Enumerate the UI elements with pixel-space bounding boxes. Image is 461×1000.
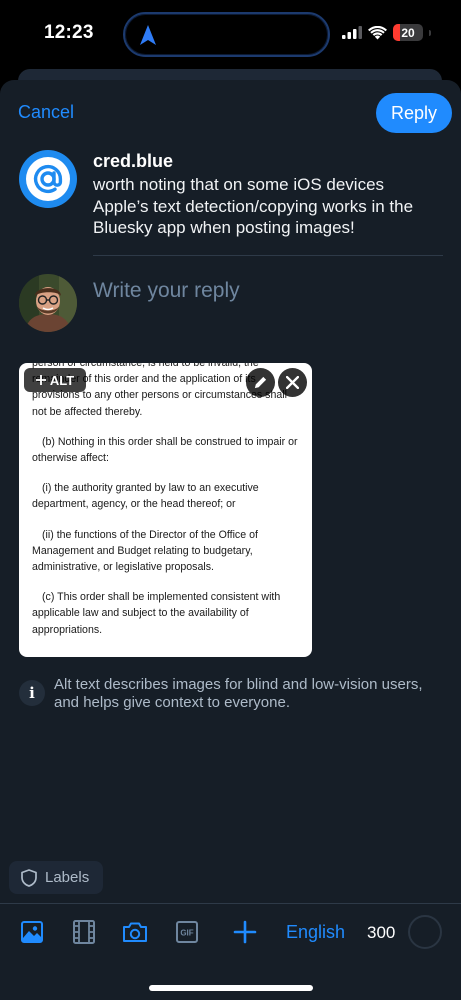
alt-label: ALT xyxy=(49,372,75,388)
wifi-icon xyxy=(368,25,387,39)
post-text: worth noting that on some iOS devices Ap… xyxy=(93,175,414,237)
battery-indicator: 20 xyxy=(393,24,423,41)
reply-button[interactable]: Reply xyxy=(376,93,452,133)
remove-image-button[interactable] xyxy=(278,368,307,397)
add-alt-text-button[interactable]: ALT xyxy=(24,368,86,392)
character-count: 300 xyxy=(367,923,396,942)
info-icon: i xyxy=(19,680,45,706)
status-icons: 20 xyxy=(342,24,431,41)
cancel-button[interactable]: Cancel xyxy=(18,102,74,123)
video-icon[interactable] xyxy=(71,919,97,945)
camera-icon[interactable] xyxy=(122,919,148,945)
gif-icon[interactable]: GIF xyxy=(174,919,200,945)
plus-icon[interactable] xyxy=(232,919,258,945)
at-sign-icon xyxy=(33,164,63,194)
labels-label: Labels xyxy=(45,869,90,886)
post-author-handle: cred.blue xyxy=(93,151,174,171)
document-paragraph: (c) This order shall be implemented cons… xyxy=(32,591,281,636)
language-button[interactable]: English xyxy=(286,922,345,943)
signal-icon xyxy=(342,26,362,39)
document-paragraph: (b) Nothing in this order shall be const… xyxy=(32,435,298,465)
status-time: 12:23 xyxy=(44,22,94,43)
plus-icon xyxy=(35,375,46,385)
dynamic-island xyxy=(123,12,330,57)
user-avatar xyxy=(19,274,77,332)
labels-button[interactable]: Labels xyxy=(9,861,103,894)
pencil-icon xyxy=(254,376,267,389)
toolbar-divider xyxy=(0,903,461,904)
svg-text:GIF: GIF xyxy=(180,929,193,938)
edit-image-button[interactable] xyxy=(246,368,275,397)
character-count-ring xyxy=(408,915,442,949)
shield-icon xyxy=(21,868,37,887)
document-paragraph: (ii) the functions of the Director of th… xyxy=(32,528,258,574)
attached-image[interactable]: person or circumstance, is held to be in… xyxy=(19,363,312,657)
document-text: person or circumstance, is held to be in… xyxy=(19,363,312,652)
navigation-arrow-icon xyxy=(140,25,156,45)
alt-text-info: Alt text describes images for blind and … xyxy=(54,676,423,711)
reply-text-input[interactable] xyxy=(93,276,433,306)
status-bar: 12:23 20 xyxy=(0,0,461,70)
post-divider xyxy=(93,255,443,256)
post-author-avatar[interactable] xyxy=(19,150,77,208)
document-paragraph: (i) the authority granted by law to an e… xyxy=(32,482,259,511)
home-indicator xyxy=(149,985,313,991)
image-icon[interactable] xyxy=(19,919,45,945)
close-icon xyxy=(286,376,299,389)
